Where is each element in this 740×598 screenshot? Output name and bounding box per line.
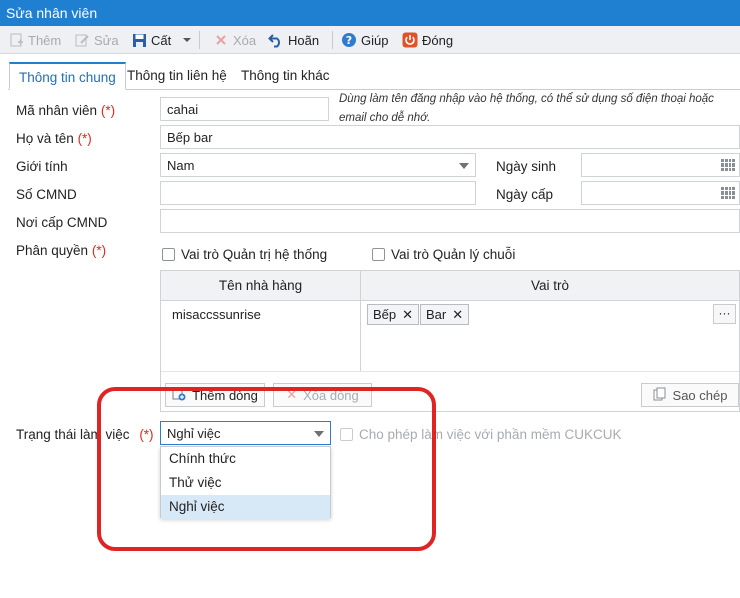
power-icon <box>402 32 418 48</box>
permission-label-text: Phân quyền <box>16 243 89 258</box>
role-admin-label: Vai trò Quản trị hệ thống <box>181 247 328 262</box>
column-header-restaurant[interactable]: Tên nhà hàng <box>161 271 361 301</box>
copy-label: Sao chép <box>672 387 728 403</box>
role-tag-label: Bếp <box>373 307 397 322</box>
toolbar-separator <box>332 31 333 49</box>
delete-button[interactable]: Xóa <box>213 29 256 51</box>
gender-label: Giới tính <box>16 159 68 174</box>
permission-label: Phân quyền (*) <box>16 243 106 258</box>
add-icon <box>8 32 24 48</box>
toolbar: Thêm Sửa Cất Xóa Hoãn ? Giúp Đóng <box>0 26 740 54</box>
add-button-label: Thêm <box>28 32 62 48</box>
employee-code-field[interactable]: cahai <box>160 97 329 121</box>
full-name-field[interactable]: Bếp bar <box>160 125 740 149</box>
required-mark: (*) <box>100 103 116 118</box>
id-number-label: Số CMND <box>16 187 77 202</box>
employee-code-label: Mã nhân viên (*) <box>16 103 115 118</box>
birth-date-field[interactable] <box>581 153 740 177</box>
restaurant-cell: misaccssunrise <box>172 307 261 322</box>
chevron-down-icon <box>179 32 195 48</box>
chevron-down-icon <box>459 163 469 169</box>
gender-select-value: Nam <box>167 158 195 173</box>
issue-place-field[interactable] <box>160 209 740 233</box>
svg-text:?: ? <box>346 34 352 47</box>
full-name-label: Họ và tên (*) <box>16 131 92 146</box>
calendar-icon[interactable] <box>721 187 735 199</box>
edit-button-label: Sửa <box>94 32 119 48</box>
toolbar-separator <box>199 31 200 49</box>
issue-date-field[interactable] <box>581 181 740 205</box>
issue-place-label: Nơi cấp CMND <box>16 215 108 230</box>
role-tag-label: Bar <box>426 307 447 322</box>
full-name-label-text: Họ và tên <box>16 131 74 146</box>
required-mark: (*) <box>91 243 107 258</box>
grid-footer-divider <box>161 371 739 372</box>
copy-button[interactable]: Sao chép <box>641 383 739 407</box>
role-chain-checkbox[interactable]: Vai trò Quản lý chuỗi <box>372 247 515 262</box>
checkbox-box[interactable] <box>162 248 175 261</box>
role-tag-kitchen: Bếp ✕ <box>367 304 420 325</box>
save-dropdown-button[interactable] <box>179 29 195 51</box>
employee-code-hint: Dùng làm tên đăng nhập vào hệ thống, có … <box>339 93 714 124</box>
role-picker-button[interactable]: ··· <box>713 304 736 324</box>
role-chain-label: Vai trò Quản lý chuỗi <box>391 247 516 262</box>
help-icon: ? <box>341 32 357 48</box>
close-icon[interactable]: ✕ <box>452 307 463 323</box>
help-button[interactable]: ? Giúp <box>341 29 388 51</box>
tab-contact-info[interactable]: Thông tin liên hệ <box>118 62 236 90</box>
role-admin-checkbox[interactable]: Vai trò Quản trị hệ thống <box>162 247 327 262</box>
undo-icon <box>268 32 284 48</box>
add-button[interactable]: Thêm <box>8 29 61 51</box>
annotation-highlight <box>97 387 436 551</box>
close-icon[interactable]: ✕ <box>402 307 413 323</box>
window-title: Sửa nhân viên <box>6 5 98 21</box>
column-header-role[interactable]: Vai trò <box>361 271 739 301</box>
undo-button-label: Hoãn <box>288 32 320 48</box>
save-button[interactable]: Cất <box>131 29 171 51</box>
edit-button[interactable]: Sửa <box>74 29 119 51</box>
issue-date-label: Ngày cấp <box>496 187 554 202</box>
employee-code-label-text: Mã nhân viên <box>16 103 98 118</box>
window-titlebar: Sửa nhân viên <box>0 0 740 26</box>
required-mark: (*) <box>77 131 92 146</box>
undo-button[interactable]: Hoãn <box>268 29 319 51</box>
delete-icon <box>213 32 229 48</box>
delete-button-label: Xóa <box>233 32 257 48</box>
id-number-field[interactable] <box>160 181 476 205</box>
close-button[interactable]: Đóng <box>402 29 453 51</box>
table-row[interactable]: misaccssunrise <box>161 301 361 371</box>
calendar-icon[interactable] <box>721 159 735 171</box>
edit-icon <box>74 32 90 48</box>
gender-select[interactable]: Nam <box>160 153 476 177</box>
checkbox-box[interactable] <box>372 248 385 261</box>
help-button-label: Giúp <box>361 32 389 48</box>
tab-other-info[interactable]: Thông tin khác <box>232 62 339 90</box>
close-button-label: Đóng <box>422 32 454 48</box>
role-tag-bar: Bar ✕ <box>420 304 470 325</box>
tab-general-info[interactable]: Thông tin chung <box>9 62 126 90</box>
birth-date-label: Ngày sinh <box>496 159 557 174</box>
copy-icon <box>653 387 667 404</box>
save-icon <box>131 32 147 48</box>
save-button-label: Cất <box>151 32 172 48</box>
